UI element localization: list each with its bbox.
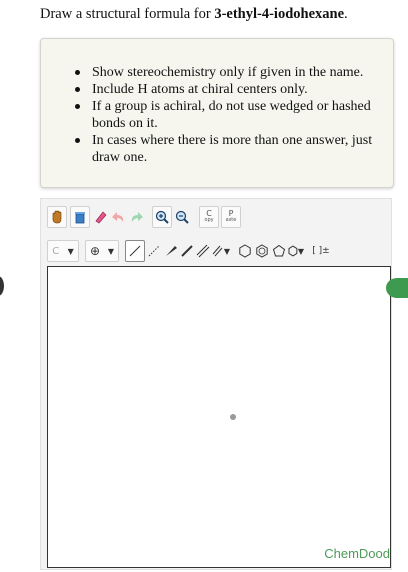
question-text: Draw a structural formula for 3-ethyl-4-…	[40, 6, 348, 23]
chevron-down-icon: ▼	[297, 246, 304, 256]
bold-bond-button[interactable]	[179, 240, 195, 262]
instructions-list: Show stereochemistry only if given in th…	[75, 64, 385, 166]
eraser-icon	[95, 211, 107, 224]
triple-bond-button[interactable]: ▼	[211, 240, 231, 262]
drawing-canvas[interactable]: ChemDood	[47, 266, 391, 568]
atom-label: C	[52, 245, 60, 257]
dashed-bond-icon	[148, 245, 160, 257]
hand-icon	[52, 210, 62, 224]
ring-menu-button[interactable]: ▼	[288, 240, 304, 262]
zoom-out-icon	[175, 210, 189, 224]
cyclohexane-button[interactable]	[237, 240, 253, 262]
bracket-button[interactable]: [ ]±	[310, 240, 332, 262]
double-bond-icon	[196, 244, 210, 258]
clear-tool-button[interactable]	[70, 206, 90, 228]
double-bond-button[interactable]	[195, 240, 211, 262]
wedge-bond-icon	[166, 246, 177, 256]
dashed-bond-button[interactable]	[145, 240, 163, 262]
wedge-bond-button[interactable]	[163, 240, 179, 262]
canvas-center-dot	[230, 414, 236, 420]
redo-button[interactable]	[128, 206, 144, 228]
cyclohexane-icon	[239, 244, 251, 258]
redo-icon	[131, 212, 143, 222]
undo-icon	[112, 212, 124, 222]
undo-button[interactable]	[111, 206, 127, 228]
paste-button[interactable]: P aste	[221, 206, 241, 228]
instruction-item: In cases where there is more than one an…	[75, 132, 385, 166]
cyclopentane-icon	[272, 244, 286, 257]
chemdoodle-brand: ChemDood	[324, 546, 390, 561]
bold-bond-icon	[181, 245, 193, 257]
chevron-down-icon: ▼	[223, 246, 231, 256]
single-bond-button[interactable]	[125, 240, 145, 262]
instructions-panel: Show stereochemistry only if given in th…	[40, 38, 394, 188]
ring-generic-icon	[288, 245, 298, 257]
zoom-in-icon	[155, 210, 169, 224]
benzene-icon	[256, 244, 268, 258]
atom-select[interactable]: C ▼	[47, 240, 79, 262]
paste-label-bottom: aste	[225, 217, 237, 223]
left-edge-handle	[0, 276, 4, 296]
copy-label-bottom: opy	[204, 217, 214, 223]
instruction-item: Show stereochemistry only if given in th…	[75, 64, 385, 81]
cyclopentane-button[interactable]	[271, 240, 287, 262]
benzene-button[interactable]	[254, 240, 270, 262]
bucket-icon	[75, 212, 85, 224]
compound-name: 3-ethyl-4-iodohexane	[214, 6, 345, 22]
chevron-down-icon: ▼	[107, 246, 115, 256]
charge-select[interactable]: ⊕ ▼	[85, 240, 119, 262]
instruction-item: Include H atoms at chiral centers only.	[75, 81, 385, 98]
question-prefix: Draw a structural formula for	[40, 6, 215, 22]
charge-icon: ⊕	[89, 244, 100, 258]
zoom-in-button[interactable]	[152, 206, 172, 228]
pan-tool-button[interactable]	[47, 206, 67, 228]
instruction-item: If a group is achiral, do not use wedged…	[75, 98, 385, 132]
eraser-tool-button[interactable]	[92, 206, 110, 228]
zoom-out-button[interactable]	[173, 206, 191, 228]
bracket-icon: [ ]±	[312, 246, 330, 256]
triple-bond-icon	[212, 245, 223, 257]
copy-button[interactable]: C opy	[199, 206, 219, 228]
chevron-down-icon: ▼	[67, 246, 74, 256]
question-suffix: .	[344, 6, 348, 22]
single-bond-icon	[129, 245, 141, 257]
side-handle[interactable]	[386, 278, 408, 298]
